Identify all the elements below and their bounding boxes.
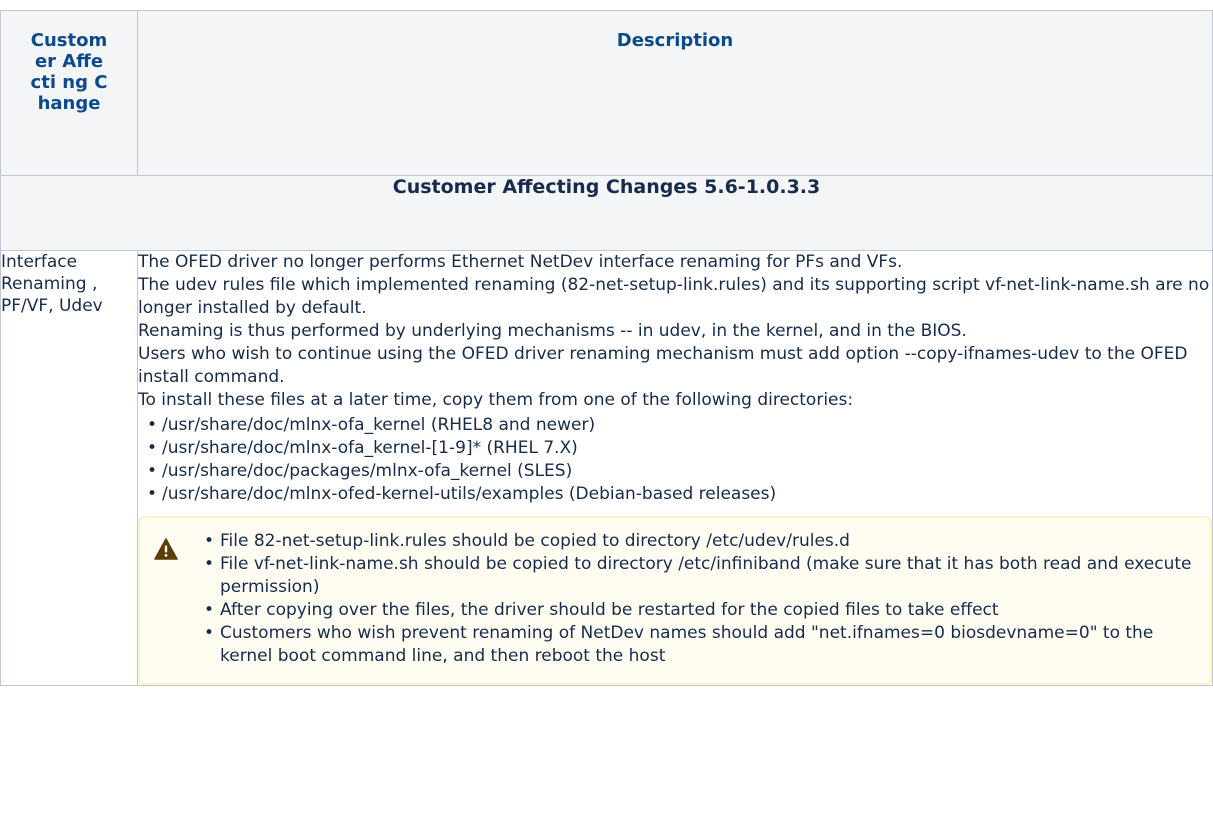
column-header-customer-affecting-change: Custom er Affecti ng Change — [0, 10, 138, 176]
list-item: /usr/share/doc/mlnx-ofa_kernel (RHEL8 an… — [147, 414, 1212, 437]
change-label: Interface Renaming , PF/VF, Udev — [1, 252, 103, 316]
note-list: File 82-net-setup-link.rules should be c… — [194, 530, 1196, 668]
description-cell: The OFED driver no longer performs Ether… — [137, 250, 1213, 686]
description-paragraph: Users who wish to continue using the OFE… — [138, 344, 1188, 387]
list-item: /usr/share/doc/mlnx-ofa_kernel-[1-9]* (R… — [147, 437, 1212, 460]
description-paragraph: Renaming is thus performed by underlying… — [138, 321, 967, 341]
warning-icon — [154, 538, 178, 560]
column-header-label: Custom er Affecti ng Change — [30, 30, 108, 114]
change-cell: Interface Renaming , PF/VF, Udev — [0, 250, 138, 686]
column-header-label: Description — [616, 30, 734, 51]
column-header-description: Description — [137, 10, 1213, 176]
release-notes-table: Custom er Affecti ng Change Description … — [0, 10, 1213, 686]
table-row: Interface Renaming , PF/VF, Udev The OFE… — [0, 250, 1213, 686]
description-paragraph: The OFED driver no longer performs Ether… — [138, 252, 903, 272]
list-item: After copying over the files, the driver… — [204, 599, 1196, 622]
section-title: Customer Affecting Changes 5.6-1.0.3.3 — [0, 175, 1213, 251]
list-item: Customers who wish prevent renaming of N… — [204, 622, 1196, 668]
warning-note: File 82-net-setup-link.rules should be c… — [138, 516, 1212, 685]
description-paragraph: The udev rules file which implemented re… — [138, 275, 1210, 318]
list-item: /usr/share/doc/mlnx-ofed-kernel-utils/ex… — [147, 483, 1212, 506]
section-row: Customer Affecting Changes 5.6-1.0.3.3 — [0, 175, 1213, 251]
directory-list: /usr/share/doc/mlnx-ofa_kernel (RHEL8 an… — [138, 414, 1212, 506]
list-item: File vf-net-link-name.sh should be copie… — [204, 553, 1196, 599]
table-header-row: Custom er Affecti ng Change Description — [0, 10, 1213, 176]
list-item: /usr/share/doc/packages/mlnx-ofa_kernel … — [147, 460, 1212, 483]
description-paragraph: To install these files at a later time, … — [138, 390, 854, 410]
list-item: File 82-net-setup-link.rules should be c… — [204, 530, 1196, 553]
